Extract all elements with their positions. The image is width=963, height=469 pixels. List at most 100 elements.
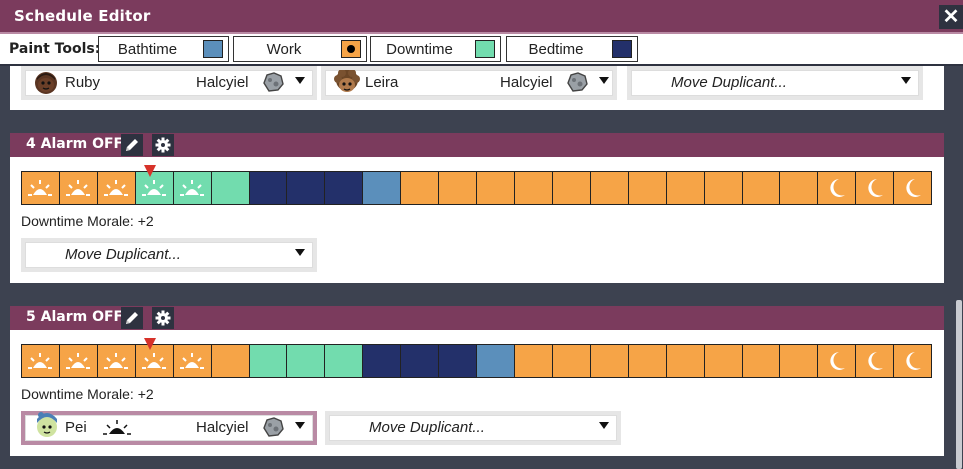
close-button[interactable]: ✕ xyxy=(939,5,963,29)
bedtime-block[interactable] xyxy=(287,172,326,204)
sunrise-icon xyxy=(103,179,129,197)
chevron-down-icon[interactable] xyxy=(901,77,911,84)
downtime-block[interactable] xyxy=(325,345,364,377)
window-title: Schedule Editor xyxy=(14,7,151,25)
work-block[interactable] xyxy=(856,345,895,377)
duplicant-name: Pei xyxy=(65,419,87,436)
move-duplicant-placeholder: Move Duplicant... xyxy=(369,419,485,436)
bathtime-block[interactable] xyxy=(477,345,515,377)
paint-tools-label: Paint Tools: xyxy=(9,41,101,57)
duplicant-entry-pei[interactable]: Pei Halcyiel xyxy=(21,411,317,445)
sunrise-icon xyxy=(27,352,53,370)
chevron-down-icon[interactable] xyxy=(599,422,609,429)
paint-tool-downtime[interactable]: Downtime xyxy=(370,36,501,62)
work-block[interactable] xyxy=(894,345,932,377)
scrollbar-thumb[interactable] xyxy=(956,300,962,469)
downtime-block[interactable] xyxy=(211,172,250,204)
sunrise-icon xyxy=(65,352,91,370)
work-block[interactable] xyxy=(477,172,515,204)
bathtime-swatch xyxy=(203,40,223,58)
work-block[interactable] xyxy=(401,172,440,204)
chevron-down-icon[interactable] xyxy=(295,422,305,429)
work-block[interactable] xyxy=(22,172,60,204)
work-block[interactable] xyxy=(628,172,667,204)
downtime-morale: Downtime Morale: +2 xyxy=(21,386,154,402)
move-duplicant-placeholder: Move Duplicant... xyxy=(671,74,787,91)
work-block[interactable] xyxy=(818,345,857,377)
paint-tool-work[interactable]: Work xyxy=(233,36,367,62)
downtime-block[interactable] xyxy=(173,172,212,204)
move-duplicant-dropdown[interactable]: Move Duplicant... xyxy=(627,66,923,100)
work-block[interactable] xyxy=(742,345,781,377)
bedtime-block[interactable] xyxy=(363,345,402,377)
work-block[interactable] xyxy=(552,172,591,204)
paint-tool-label: Bedtime xyxy=(528,41,584,58)
work-block[interactable] xyxy=(211,345,250,377)
work-block[interactable] xyxy=(780,172,819,204)
schedule-timeline[interactable] xyxy=(21,171,932,205)
schedule-timeline[interactable] xyxy=(21,344,932,378)
work-block[interactable] xyxy=(780,345,819,377)
schedule-name[interactable]: 5 Alarm OFF xyxy=(26,309,123,325)
selected-dot-icon xyxy=(347,45,355,53)
dropdown-inner: Move Duplicant... xyxy=(25,242,313,268)
work-block[interactable] xyxy=(439,172,478,204)
work-block[interactable] xyxy=(704,345,743,377)
bedtime-block[interactable] xyxy=(249,172,288,204)
moon-icon xyxy=(903,350,923,372)
work-block[interactable] xyxy=(590,172,629,204)
work-block[interactable] xyxy=(590,345,629,377)
paint-tool-label: Bathtime xyxy=(117,41,178,58)
duplicant-name: Ruby xyxy=(65,74,101,91)
work-block[interactable] xyxy=(704,172,743,204)
chevron-down-icon[interactable] xyxy=(295,249,305,256)
work-block[interactable] xyxy=(22,345,60,377)
work-block[interactable] xyxy=(552,345,591,377)
bedtime-block[interactable] xyxy=(325,172,364,204)
work-block[interactable] xyxy=(742,172,781,204)
settings-button[interactable] xyxy=(152,134,174,156)
chevron-down-icon[interactable] xyxy=(599,77,609,84)
settings-button[interactable] xyxy=(152,307,174,329)
sunrise-icon xyxy=(141,179,167,197)
paint-tool-label: Downtime xyxy=(386,41,453,58)
work-block[interactable] xyxy=(666,345,705,377)
downtime-block[interactable] xyxy=(287,345,326,377)
paint-tool-bedtime[interactable]: Bedtime xyxy=(506,36,638,62)
work-block[interactable] xyxy=(894,172,932,204)
duplicant-entry-ruby[interactable]: Ruby Halcyiel xyxy=(21,66,317,100)
work-block[interactable] xyxy=(59,345,98,377)
asteroid-icon xyxy=(263,417,284,437)
sunrise-icon xyxy=(65,179,91,197)
work-block[interactable] xyxy=(514,345,553,377)
work-block[interactable] xyxy=(97,345,136,377)
paint-tool-bathtime[interactable]: Bathtime xyxy=(98,36,229,62)
work-block[interactable] xyxy=(173,345,212,377)
work-block[interactable] xyxy=(59,172,98,204)
bedtime-block[interactable] xyxy=(401,345,440,377)
pei-avatar-icon xyxy=(37,412,57,437)
move-duplicant-dropdown[interactable]: Move Duplicant... xyxy=(325,411,621,445)
move-duplicant-dropdown[interactable]: Move Duplicant... xyxy=(21,238,317,272)
sleeping-status-icon xyxy=(103,420,131,435)
work-block[interactable] xyxy=(97,172,136,204)
work-block[interactable] xyxy=(856,172,895,204)
paint-tool-label: Work xyxy=(266,41,302,58)
dropdown-inner: Move Duplicant... xyxy=(329,415,617,441)
duplicant-entry-leira[interactable]: Leira Halcyiel xyxy=(321,66,617,100)
work-block[interactable] xyxy=(818,172,857,204)
work-block[interactable] xyxy=(514,172,553,204)
work-block[interactable] xyxy=(666,172,705,204)
chevron-down-icon[interactable] xyxy=(295,77,305,84)
schedule-header: 5 Alarm OFF xyxy=(10,306,944,330)
downtime-block[interactable] xyxy=(249,345,288,377)
current-time-marker-icon xyxy=(144,165,156,177)
bathtime-block[interactable] xyxy=(363,172,402,204)
duplicant-world: Halcyiel xyxy=(196,419,249,436)
rename-button[interactable] xyxy=(121,307,143,329)
schedule-name[interactable]: 4 Alarm OFF xyxy=(26,136,123,152)
rename-button[interactable] xyxy=(121,134,143,156)
bedtime-block[interactable] xyxy=(439,345,478,377)
work-swatch xyxy=(341,40,361,58)
work-block[interactable] xyxy=(628,345,667,377)
